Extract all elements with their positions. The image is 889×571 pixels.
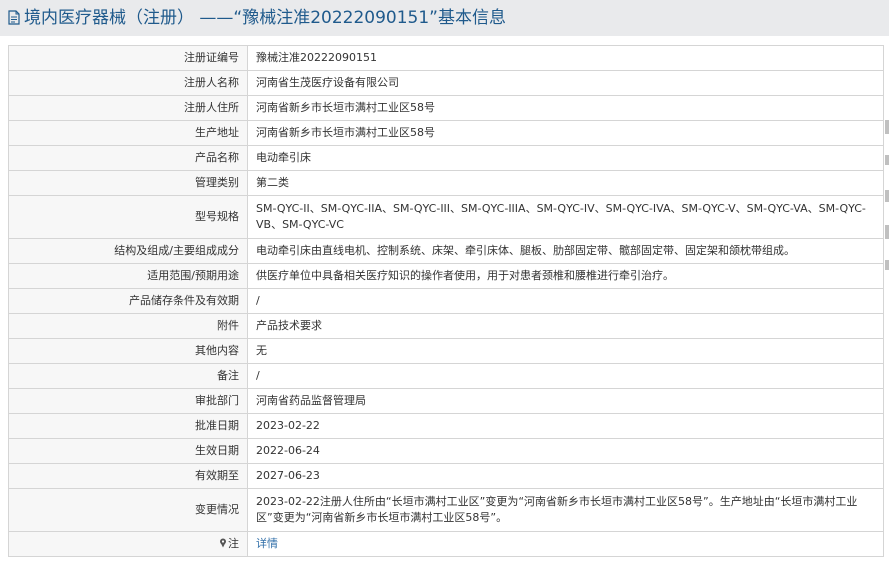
table-row: 产品储存条件及有效期 / [8,288,884,314]
row-label: 生产地址 [8,120,248,146]
document-icon [8,10,20,25]
table-row: 备注 / [8,363,884,389]
row-label: 产品储存条件及有效期 [8,288,248,314]
row-value: 产品技术要求 [247,313,884,339]
table-row: 变更情况 2023-02-22注册人住所由“长垣市满村工业区”变更为“河南省新乡… [8,488,884,532]
edge-fragment [885,190,889,202]
table-row: 适用范围/预期用途 供医疗单位中具备相关医疗知识的操作者使用，用于对患者颈椎和腰… [8,263,884,289]
row-label: 管理类别 [8,170,248,196]
note-label-cell: 注 [8,531,248,557]
row-label: 其他内容 [8,338,248,364]
row-value: 无 [247,338,884,364]
row-value: 河南省新乡市长垣市满村工业区58号 [247,95,884,121]
row-label: 适用范围/预期用途 [8,263,248,289]
edge-fragment [885,225,889,239]
table-row: 型号规格 SM-QYC-II、SM-QYC-IIA、SM-QYC-III、SM-… [8,195,884,239]
edge-fragment [885,120,889,134]
row-value: 2022-06-24 [247,438,884,464]
row-value: 供医疗单位中具备相关医疗知识的操作者使用，用于对患者颈椎和腰椎进行牵引治疗。 [247,263,884,289]
table-row: 注册人名称 河南省生茂医疗设备有限公司 [8,70,884,96]
table-row: 管理类别 第二类 [8,170,884,196]
edge-fragment [885,155,889,165]
page: 境内医疗器械（注册） ——“豫械注准20222090151”基本信息 注册证编号… [0,0,889,571]
edge-fragment [885,260,889,270]
table-row: 结构及组成/主要组成成分 电动牵引床由直线电机、控制系统、床架、牵引床体、腿板、… [8,238,884,264]
side-edge-fragments [882,100,889,280]
table-row: 有效期至 2027-06-23 [8,463,884,489]
row-label: 附件 [8,313,248,339]
table-row: 产品名称 电动牵引床 [8,145,884,171]
table-row: 注册人住所 河南省新乡市长垣市满村工业区58号 [8,95,884,121]
row-value: 电动牵引床由直线电机、控制系统、床架、牵引床体、腿板、肋部固定带、髋部固定带、固… [247,238,884,264]
row-label: 结构及组成/主要组成成分 [8,238,248,264]
row-label: 型号规格 [8,195,248,239]
row-value: SM-QYC-II、SM-QYC-IIA、SM-QYC-III、SM-QYC-I… [247,195,884,239]
details-link[interactable]: 详情 [256,537,278,550]
table-row: 其他内容 无 [8,338,884,364]
row-value: 2023-02-22注册人住所由“长垣市满村工业区”变更为“河南省新乡市长垣市满… [247,488,884,532]
row-value: / [247,288,884,314]
row-label: 有效期至 [8,463,248,489]
row-label: 生效日期 [8,438,248,464]
row-value: 河南省生茂医疗设备有限公司 [247,70,884,96]
table-row: 注册证编号 豫械注准20222090151 [8,45,884,71]
note-value-cell: 详情 [247,531,884,557]
table-row: 审批部门 河南省药品监督管理局 [8,388,884,414]
title-bar: 境内医疗器械（注册） ——“豫械注准20222090151”基本信息 [0,0,889,36]
row-value: 河南省新乡市长垣市满村工业区58号 [247,120,884,146]
row-label: 注册人名称 [8,70,248,96]
page-title: 境内医疗器械（注册） ——“豫械注准20222090151”基本信息 [24,8,506,28]
row-value: 2023-02-22 [247,413,884,439]
row-label: 产品名称 [8,145,248,171]
row-label: 注册人住所 [8,95,248,121]
row-label: 批准日期 [8,413,248,439]
note-label: 注 [228,537,239,550]
row-label: 变更情况 [8,488,248,532]
row-value: 2027-06-23 [247,463,884,489]
row-value: 河南省药品监督管理局 [247,388,884,414]
note-row: 注 详情 [8,531,884,557]
row-value: 第二类 [247,170,884,196]
row-label: 审批部门 [8,388,248,414]
table-row: 生效日期 2022-06-24 [8,438,884,464]
row-value: / [247,363,884,389]
pin-icon [219,537,227,548]
detail-table: 注册证编号 豫械注准20222090151 注册人名称 河南省生茂医疗设备有限公… [8,45,884,557]
row-value: 电动牵引床 [247,145,884,171]
row-value: 豫械注准20222090151 [247,45,884,71]
table-row: 批准日期 2023-02-22 [8,413,884,439]
row-label: 备注 [8,363,248,389]
table-row: 附件 产品技术要求 [8,313,884,339]
table-row: 生产地址 河南省新乡市长垣市满村工业区58号 [8,120,884,146]
row-label: 注册证编号 [8,45,248,71]
